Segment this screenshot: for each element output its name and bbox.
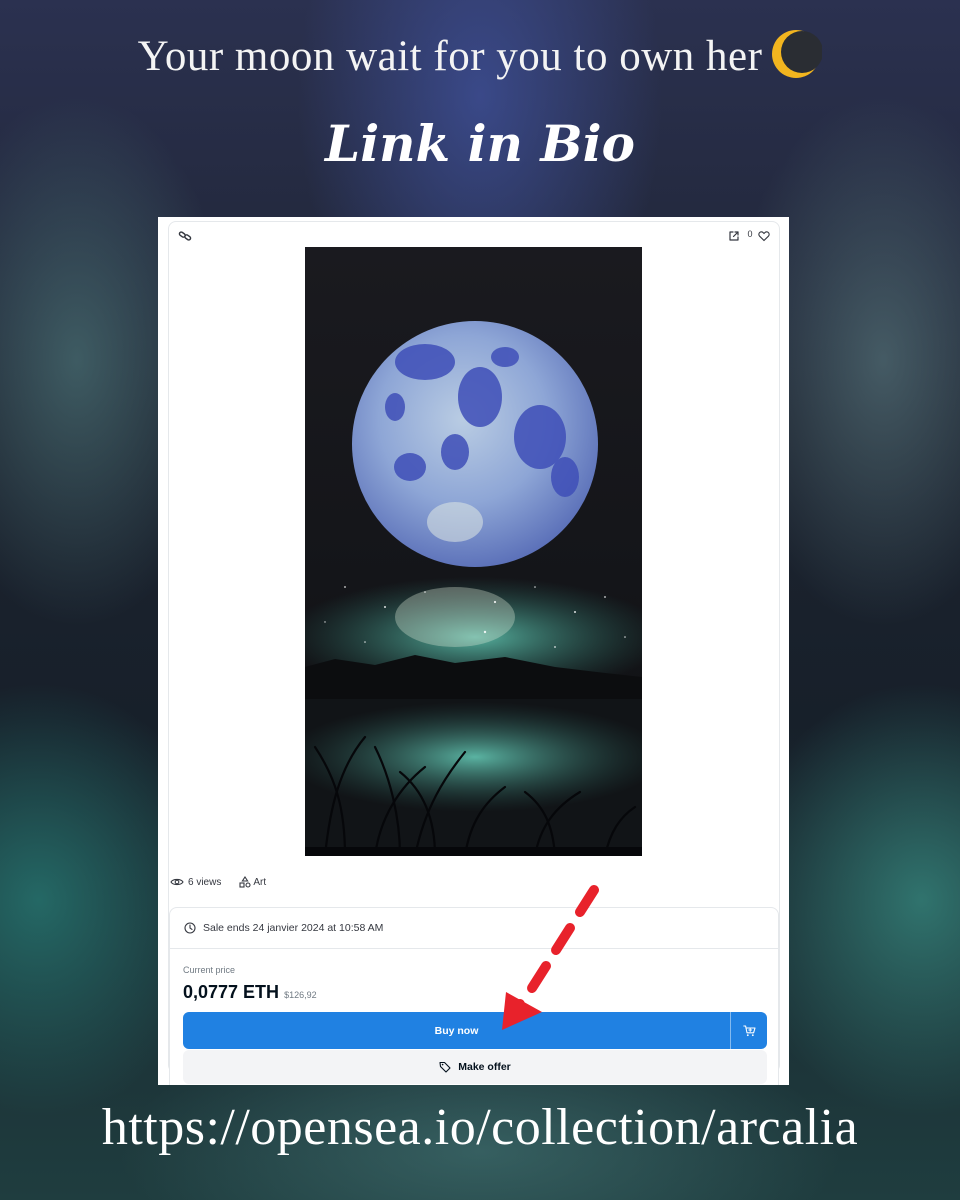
views-count: 6 views <box>188 876 222 888</box>
nft-artwork <box>305 247 642 856</box>
category-link[interactable]: Art <box>253 877 266 888</box>
make-offer-button[interactable]: Make offer <box>183 1050 767 1084</box>
headline: Your moon wait for you to own her <box>0 28 960 81</box>
nft-listing-card: 0 6 views Art Sale ends 24 janvier 2024 … <box>158 217 789 1085</box>
price-usd: $126,92 <box>284 990 317 1000</box>
price-eth: 0,0777 ETH <box>183 982 280 1002</box>
shapes-category-icon <box>239 876 251 888</box>
red-dashed-arrow-icon <box>502 885 599 1030</box>
sale-panel: Sale ends 24 janvier 2024 at 10:58 AM Cu… <box>169 907 779 1085</box>
cart-icon <box>743 1024 756 1036</box>
sale-end-text: Sale ends 24 janvier 2024 at 10:58 AM <box>203 922 384 934</box>
link-icon[interactable] <box>178 229 192 243</box>
make-offer-label: Make offer <box>458 1061 511 1073</box>
listing-stats: 6 views Art <box>170 873 266 891</box>
crescent-moon-icon <box>772 30 823 78</box>
link-in-bio-heading: Link in Bio <box>325 114 635 173</box>
buy-now-button[interactable]: Buy now <box>183 1012 730 1049</box>
tag-icon <box>439 1061 451 1073</box>
current-price-label: Current price <box>183 965 236 975</box>
price-row: 0,0777 ETH $126,92 <box>183 982 317 1003</box>
add-to-cart-button[interactable] <box>730 1012 767 1049</box>
headline-text: Your moon wait for you to own her <box>137 33 763 80</box>
like-count: 0 <box>747 229 753 239</box>
external-link-icon[interactable] <box>728 230 740 242</box>
collection-url: https://opensea.io/collection/arcalia <box>101 1099 859 1156</box>
heart-icon[interactable] <box>758 230 770 242</box>
clock-icon <box>184 922 196 934</box>
sale-end-row: Sale ends 24 janvier 2024 at 10:58 AM <box>170 908 778 949</box>
buy-button-group: Buy now <box>183 1012 767 1049</box>
eye-icon <box>170 878 184 886</box>
